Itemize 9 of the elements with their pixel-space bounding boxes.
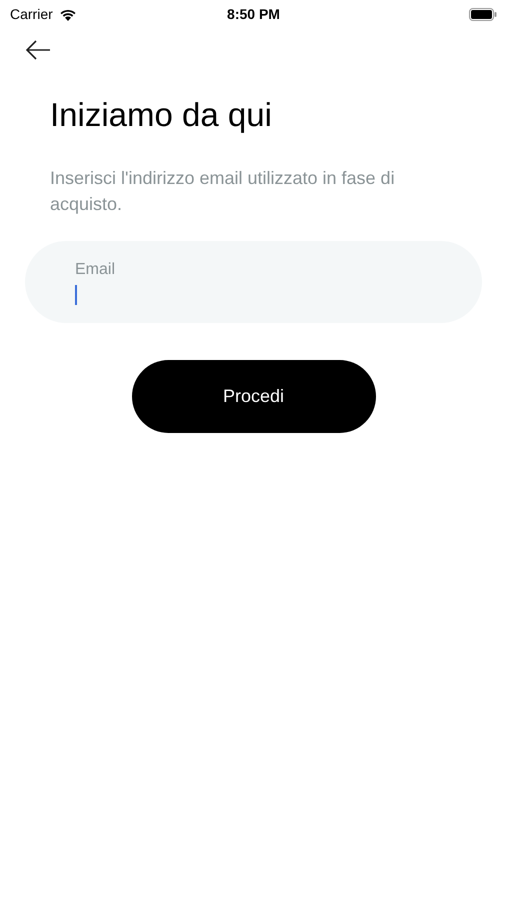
back-arrow-icon bbox=[25, 40, 51, 60]
proceed-button[interactable]: Procedi bbox=[132, 360, 376, 434]
status-time: 8:50 PM bbox=[227, 4, 280, 24]
battery-icon bbox=[468, 8, 497, 20]
back-button[interactable] bbox=[25, 40, 51, 60]
carrier-name: Carrier bbox=[10, 4, 53, 24]
wifi-icon bbox=[58, 8, 77, 20]
instruction-text: Inserisci l'indirizzo email utilizzato in fase di acquisto. bbox=[50, 167, 396, 216]
page-title: Iniziamo da qui bbox=[50, 95, 273, 135]
